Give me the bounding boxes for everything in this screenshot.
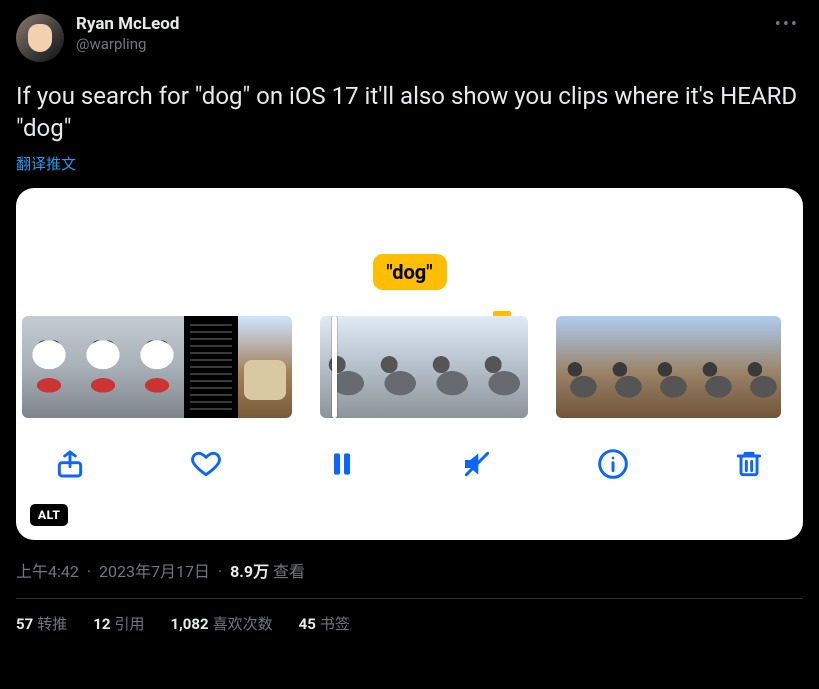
- timeline-frame: [238, 316, 292, 418]
- author-display-name[interactable]: Ryan McLeod: [76, 14, 179, 35]
- stat-number: 57: [16, 615, 33, 633]
- media-card[interactable]: "dog": [16, 188, 803, 540]
- timeline-frame: [736, 316, 781, 418]
- tweet-time[interactable]: 上午4:42: [16, 562, 79, 581]
- view-count[interactable]: 8.9万: [230, 562, 269, 581]
- clip-group[interactable]: [22, 316, 292, 418]
- tweet-text: If you search for "dog" on iOS 17 it'll …: [16, 80, 803, 145]
- likes-stat[interactable]: 1,082 喜欢次数: [170, 613, 272, 634]
- tweet-date[interactable]: 2023年7月17日: [99, 562, 210, 581]
- timeline-frame: [130, 316, 184, 418]
- more-options-button[interactable]: •••: [775, 14, 799, 35]
- view-label: 查看: [273, 562, 305, 581]
- author-avatar[interactable]: [16, 14, 64, 62]
- stat-number: 1,082: [170, 615, 208, 633]
- stat-label: 转推: [37, 615, 67, 633]
- alt-badge[interactable]: ALT: [30, 504, 68, 526]
- timeline-frame: [556, 316, 601, 418]
- timeline-frame: [76, 316, 130, 418]
- share-icon[interactable]: [52, 446, 88, 482]
- timeline-frame: [184, 316, 238, 418]
- tweet: ••• Ryan McLeod @warpling If you search …: [16, 10, 803, 634]
- tweet-stats-row: 57转推 12引用 1,082 喜欢次数 45书签: [16, 613, 803, 634]
- media-toolbar: [16, 418, 803, 482]
- meta-separator: ·: [87, 562, 91, 581]
- timeline-frame: [691, 316, 736, 418]
- caption-pill: "dog": [372, 254, 446, 290]
- translate-link[interactable]: 翻译推文: [16, 153, 803, 174]
- mute-icon[interactable]: [459, 446, 495, 482]
- timeline-frame: [646, 316, 691, 418]
- playhead[interactable]: [332, 316, 337, 418]
- timeline-frame: [424, 316, 476, 418]
- heart-icon[interactable]: [188, 446, 224, 482]
- stat-label: 书签: [320, 615, 350, 633]
- timeline-frame: [320, 316, 372, 418]
- author-names: Ryan McLeod @warpling: [76, 14, 179, 54]
- stat-label: 喜欢次数: [213, 615, 273, 633]
- timeline-frame: [372, 316, 424, 418]
- author-handle[interactable]: @warpling: [76, 35, 179, 54]
- trash-icon[interactable]: [731, 446, 767, 482]
- bookmarks-stat[interactable]: 45书签: [299, 613, 350, 634]
- stat-label: 引用: [114, 615, 144, 633]
- timeline-frame: [476, 316, 528, 418]
- tweet-meta: 上午4:42 · 2023年7月17日 · 8.9万 查看: [16, 558, 803, 582]
- meta-separator: ·: [218, 562, 222, 581]
- tweet-header: Ryan McLeod @warpling: [16, 10, 803, 62]
- quotes-stat[interactable]: 12引用: [93, 613, 144, 634]
- retweets-stat[interactable]: 57转推: [16, 613, 67, 634]
- timeline-frame: [601, 316, 646, 418]
- divider: [16, 598, 803, 599]
- clip-group[interactable]: [320, 316, 528, 418]
- media-caption-area: "dog": [16, 188, 803, 296]
- stat-number: 45: [299, 615, 316, 633]
- timeline-frame: [22, 316, 76, 418]
- pause-icon[interactable]: [324, 446, 360, 482]
- video-timeline[interactable]: [16, 316, 803, 418]
- stat-number: 12: [93, 615, 110, 633]
- info-icon[interactable]: [595, 446, 631, 482]
- clip-group[interactable]: [556, 316, 781, 418]
